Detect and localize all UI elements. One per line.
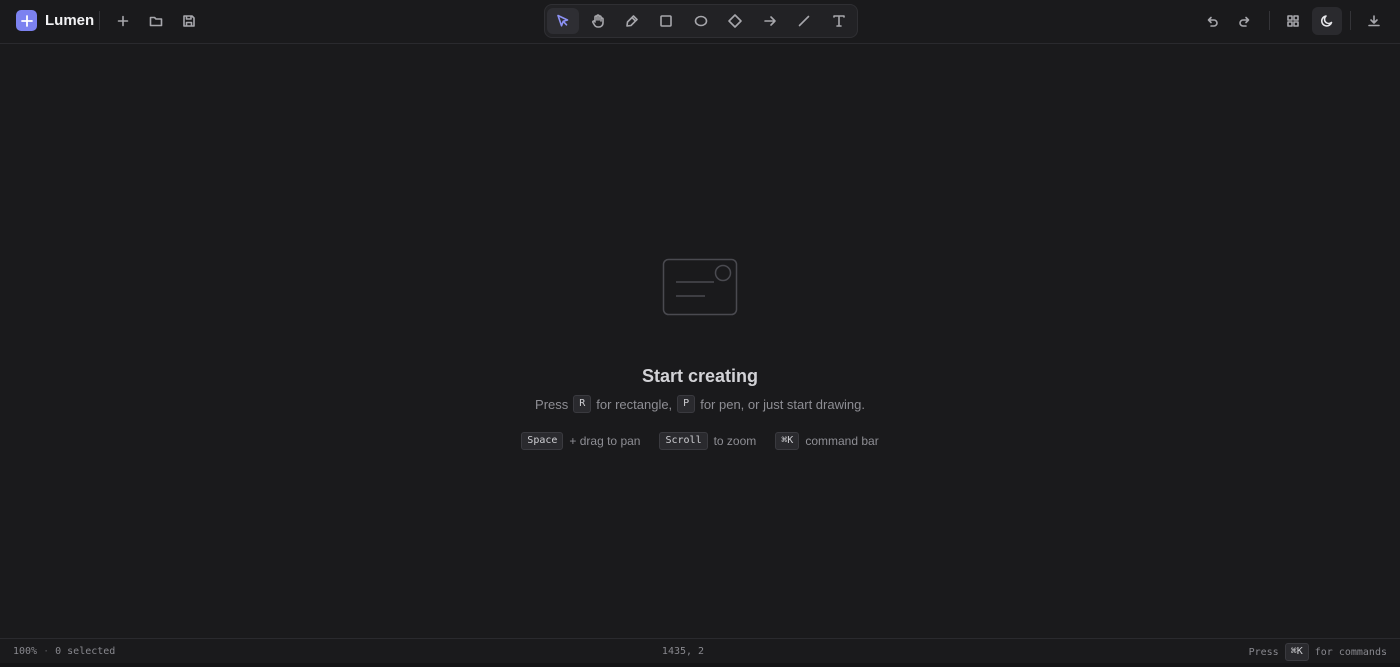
tool-pen[interactable] [616,8,648,34]
hint-zoom: Scroll to zoom [659,432,756,450]
shortcut-hint-primary: Press R for rectangle, P for pen, or jus… [0,395,1400,413]
canvas-empty-state: Start creating Press R for rectangle, P … [0,0,1400,667]
arrow-right-icon [764,16,776,26]
hint-text: for rectangle, [596,396,673,412]
bottom-strip [0,663,1400,667]
key-space: Space [521,432,564,450]
tool-diamond[interactable] [719,8,751,34]
square-icon [660,15,672,27]
lumen-logo-icon [16,10,37,31]
tool-ellipse[interactable] [685,8,717,34]
diamond-icon [728,14,742,28]
drawing-toolbar [544,4,858,38]
empty-state-title: Start creating [641,366,759,386]
key-cmd-k: ⌘K [775,432,800,450]
shortcut-hint-secondary: Space + drag to pan Scroll to zoom ⌘K co… [0,432,1400,450]
pen-icon [626,15,638,27]
tool-rectangle[interactable] [650,8,682,34]
hint-text: Press [535,396,569,412]
moon-icon [1320,15,1333,27]
divider [1350,11,1351,30]
new-file-button[interactable] [108,7,138,35]
theme-toggle-button[interactable] [1312,7,1342,35]
empty-canvas-illustration-icon [662,258,738,316]
hint-command: ⌘K command bar [775,432,879,450]
grid-toggle-button[interactable] [1278,7,1308,35]
redo-button[interactable] [1230,7,1260,35]
tool-hand[interactable] [582,8,614,34]
hint-pan: Space + drag to pan [521,432,640,450]
hint-text: + drag to pan [569,434,641,448]
status-hint-text: for commands [1314,646,1387,658]
open-file-button[interactable] [141,7,171,35]
undo-button[interactable] [1197,7,1227,35]
grid-icon [1287,15,1299,27]
tool-arrow[interactable] [754,8,786,34]
download-icon [1368,15,1380,27]
tool-select[interactable] [547,8,579,34]
save-file-button[interactable] [174,7,204,35]
top-bar: Lumen [0,0,1400,44]
status-hint-text: Press [1248,646,1279,658]
plus-icon [117,15,129,27]
export-button[interactable] [1359,7,1389,35]
cursor-icon [557,14,569,27]
brand: Lumen [16,10,94,31]
undo-icon [1207,16,1218,27]
key-p: P [677,395,696,413]
redo-icon [1239,16,1250,27]
save-icon [183,15,195,27]
text-icon [833,15,845,27]
divider [99,11,100,30]
folder-icon [149,16,163,27]
tool-line[interactable] [788,8,820,34]
line-icon [798,15,810,27]
key-r: R [573,395,592,413]
hand-icon [592,14,604,28]
hint-text: for pen, or just start drawing. [700,396,865,412]
cursor-coordinates: 1435, 2 [661,646,705,657]
app-name: Lumen [45,12,95,29]
tool-text[interactable] [823,8,855,34]
hint-text: to zoom [713,434,757,448]
divider [1269,11,1270,30]
hint-text: command bar [805,434,879,448]
key-cmd-k: ⌘K [1284,643,1309,661]
ellipse-icon [694,15,708,27]
status-bar: 100% · 0 selected 1435, 2 Press ⌘K for c… [0,638,1400,663]
key-scroll: Scroll [659,432,708,450]
